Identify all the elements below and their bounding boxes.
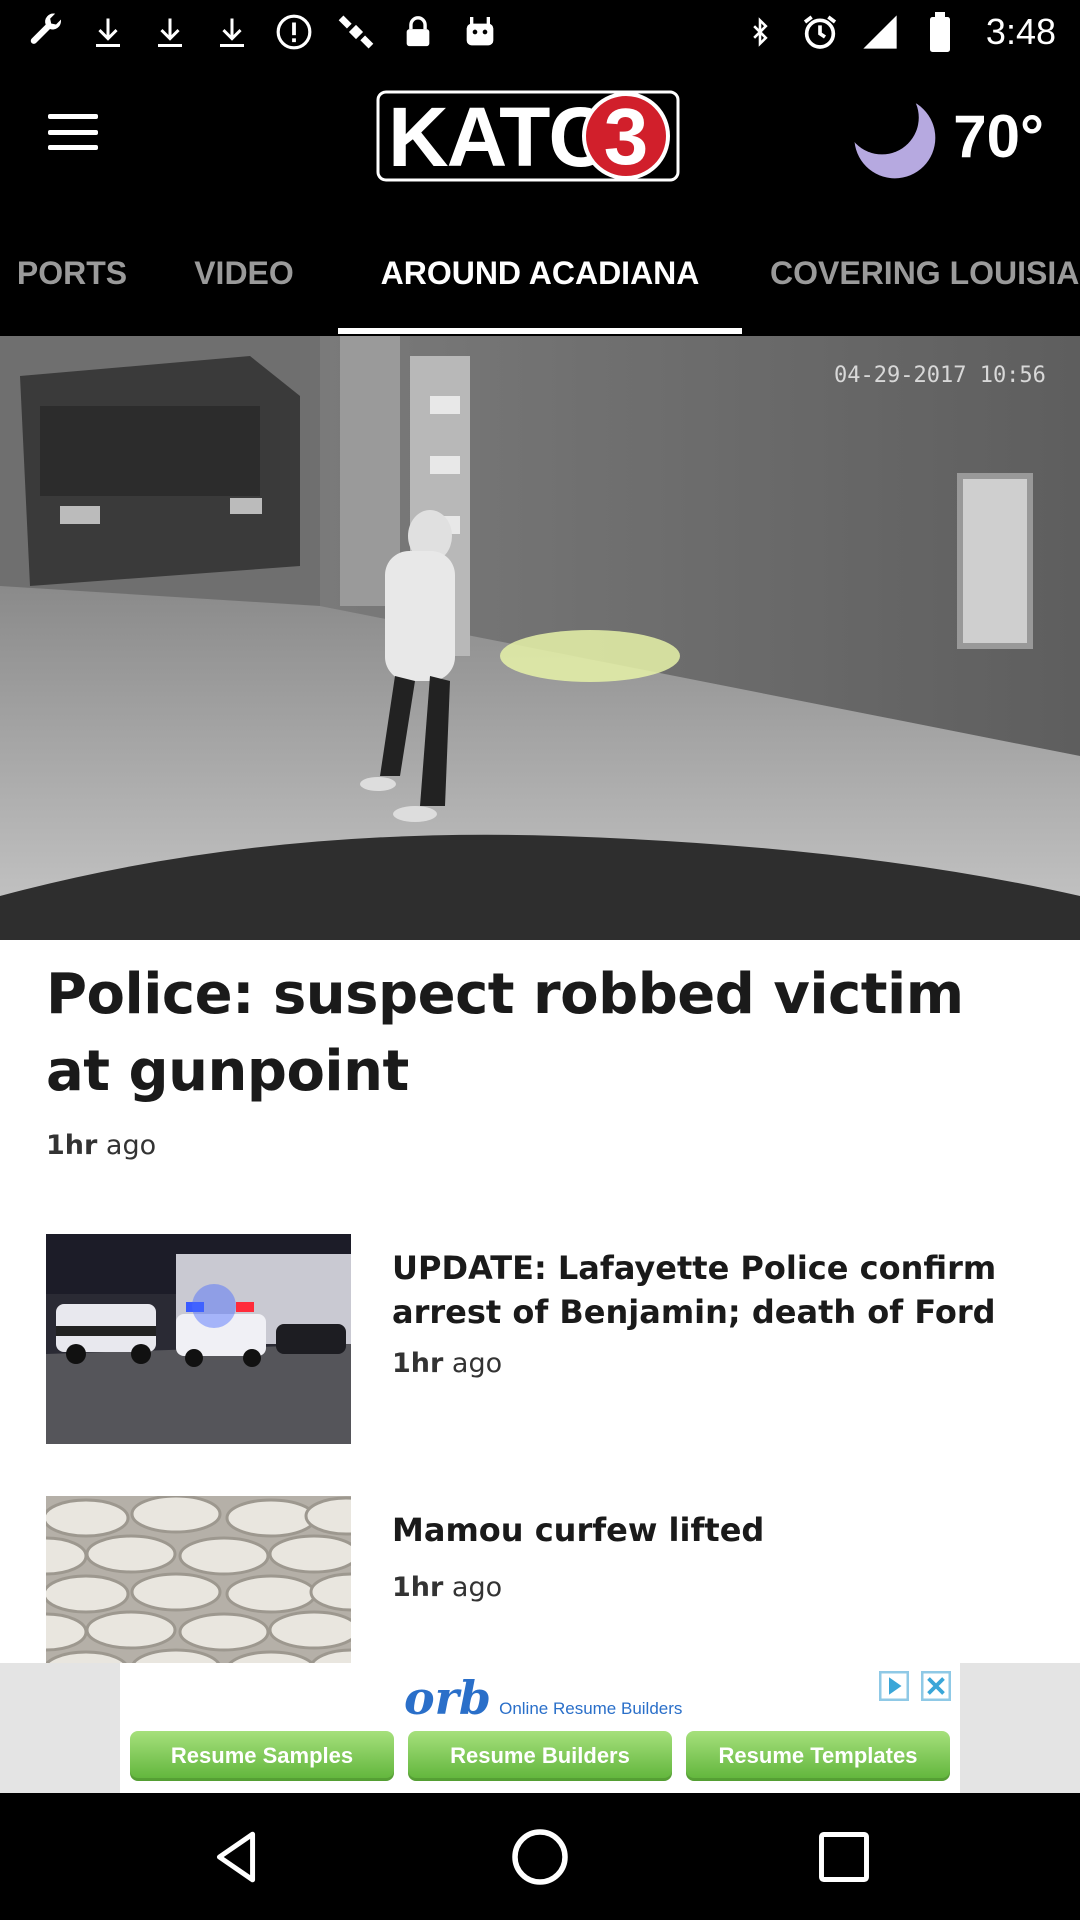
menu-icon (48, 114, 98, 119)
ad-info-icon[interactable] (876, 1669, 912, 1703)
satellite-icon (334, 10, 378, 54)
story-headline: Mamou curfew lifted (392, 1511, 765, 1549)
ad-resume-templates-button[interactable]: Resume Templates (686, 1731, 950, 1781)
home-icon (512, 1829, 568, 1885)
section-tabs: PORTS VIDEO AROUND ACADIANA COVERING LOU… (0, 210, 1080, 336)
back-button[interactable] (200, 1821, 272, 1893)
tab-sports[interactable]: PORTS (0, 210, 152, 336)
ad-logo: orb (404, 1671, 492, 1725)
bluetooth-icon (738, 10, 782, 54)
active-tab-indicator (338, 328, 742, 334)
tab-around-acadiana[interactable]: AROUND ACADIANA (338, 210, 742, 336)
svg-text:04-29-2017 10:56: 04-29-2017 10:56 (834, 363, 1046, 388)
android-icon (458, 10, 502, 54)
story-thumbnail (46, 1496, 351, 1663)
weather-widget[interactable]: 70° (847, 88, 1044, 184)
tab-covering-louisiana[interactable]: COVERING LOUISIA (770, 210, 1080, 336)
hero-timestamp: 1hr ago (46, 1130, 157, 1161)
svg-text:KATC: KATC (388, 90, 607, 184)
list-item[interactable]: UPDATE: Lafayette Police confirm arrest … (46, 1234, 1036, 1444)
ad-resume-samples-button[interactable]: Resume Samples (130, 1731, 394, 1781)
ad-content[interactable]: orb Online Resume Builders Resume Sample… (120, 1663, 960, 1793)
story-timestamp: 1hr ago (392, 1348, 503, 1379)
ad-resume-builders-button[interactable]: Resume Builders (408, 1731, 672, 1781)
article-list: Police: suspect robbed victim at gunpoin… (0, 940, 1080, 1663)
alert-icon (272, 10, 316, 54)
download-icon (86, 10, 130, 54)
ad-banner[interactable]: orb Online Resume Builders Resume Sample… (0, 1663, 1080, 1793)
status-bar: 3:48 (0, 0, 1080, 64)
recents-icon (819, 1832, 869, 1882)
battery-icon (918, 10, 962, 54)
navigation-bar (0, 1793, 1080, 1920)
story-timestamp: 1hr ago (392, 1572, 503, 1603)
story-headline: UPDATE: Lafayette Police confirm arrest … (392, 1249, 997, 1331)
wrench-icon (24, 10, 68, 54)
story-thumbnail (46, 1234, 351, 1444)
download-icon (210, 10, 254, 54)
signal-icon (858, 10, 902, 54)
hero-headline[interactable]: Police: suspect robbed victim at gunpoin… (46, 956, 1036, 1110)
svg-text:3: 3 (604, 92, 649, 181)
recents-button[interactable] (808, 1821, 880, 1893)
clock: 3:48 (985, 11, 1056, 52)
katc3-logo: KATC 3 (376, 90, 680, 184)
back-icon (216, 1831, 256, 1883)
menu-button[interactable] (40, 104, 106, 160)
home-button[interactable] (504, 1821, 576, 1893)
ad-brand: orb Online Resume Builders (404, 1671, 682, 1725)
moon-icon (854, 97, 936, 179)
ad-tagline: Online Resume Builders (499, 1699, 683, 1718)
app-header: KATC 3 70° (0, 64, 1080, 210)
temperature: 70° (953, 102, 1044, 170)
list-item[interactable]: Mamou curfew lifted 1hr ago (46, 1496, 1036, 1663)
tab-video[interactable]: VIDEO (172, 210, 316, 336)
ad-close-icon[interactable] (918, 1669, 954, 1703)
hero-image[interactable]: 04-29-2017 10:56 (0, 336, 1080, 940)
lock-icon (396, 10, 440, 54)
download-icon (148, 10, 192, 54)
alarm-icon (798, 10, 842, 54)
